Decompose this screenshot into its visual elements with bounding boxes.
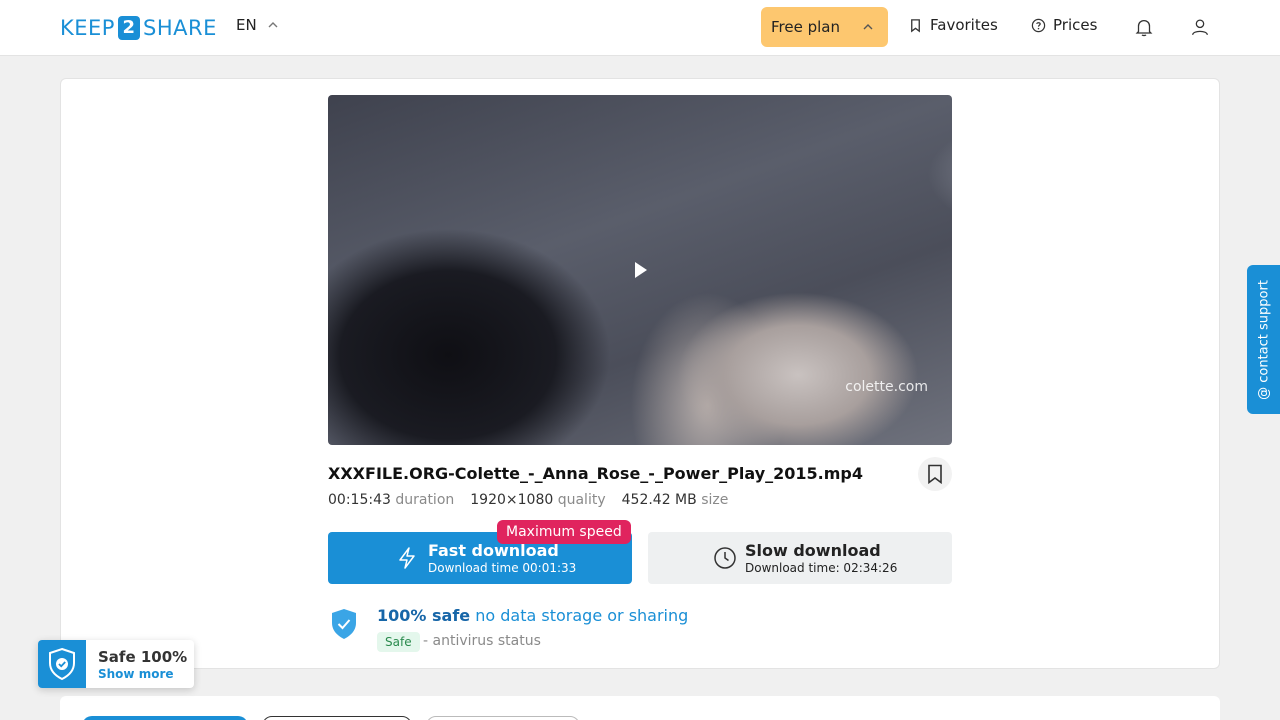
account-button[interactable] (1188, 14, 1212, 40)
contact-support-label: @ contact support (1256, 279, 1271, 400)
help-circle-icon (1031, 18, 1046, 32)
shield-check-icon (332, 609, 356, 639)
show-more-link[interactable]: Show more (98, 667, 174, 681)
bell-icon (1135, 19, 1153, 37)
chevron-up-icon (863, 24, 873, 30)
bookmark-icon (928, 464, 942, 484)
bookmark-icon (911, 18, 920, 32)
video-watermark: colette.com (845, 379, 928, 395)
tab-pill-active[interactable] (82, 716, 248, 720)
safe-widget-title: Safe 100% (98, 648, 188, 666)
favorites-link[interactable]: Favorites (908, 16, 998, 34)
quality-value: 1920×1080 (470, 492, 554, 508)
slow-download-title: Slow download (745, 541, 881, 560)
favorites-label: Favorites (930, 16, 998, 34)
keep2share-logo[interactable]: KEEP 2 SHARE (60, 14, 217, 42)
duration-info: 00:15:43 duration (328, 492, 454, 508)
slow-download-time: Download time: 02:34:26 (745, 561, 898, 575)
prices-label: Prices (1053, 16, 1098, 34)
tab-pill[interactable] (426, 716, 580, 720)
video-preview[interactable]: colette.com (328, 95, 952, 445)
logo-text-left: KEEP (60, 16, 115, 40)
slow-download-button[interactable]: Slow download Download time: 02:34:26 (648, 532, 952, 584)
prices-link[interactable]: Prices (1031, 16, 1097, 34)
safety-bold: 100% safe (377, 606, 471, 625)
safe-widget[interactable]: Safe 100% Show more (38, 640, 194, 688)
clock-icon (714, 547, 736, 569)
play-icon[interactable] (630, 260, 650, 280)
safety-rest: no data storage or sharing (475, 606, 689, 625)
safe-widget-icon-box (38, 640, 86, 688)
fast-download-time: Download time 00:01:33 (428, 561, 577, 575)
contact-support-tab[interactable]: @ contact support (1247, 265, 1280, 414)
free-plan-button[interactable]: Free plan (761, 7, 888, 47)
duration-value: 00:15:43 (328, 492, 391, 508)
plan-label: Free plan (771, 18, 840, 36)
size-label: size (701, 492, 729, 508)
top-header: KEEP 2 SHARE EN Free plan Favorites Pric… (0, 0, 1280, 56)
shield-check-icon (49, 647, 75, 681)
antivirus-status-label: - antivirus status (423, 633, 541, 649)
lightning-icon (399, 547, 415, 569)
language-selector[interactable]: EN (236, 16, 279, 34)
maximum-speed-badge: Maximum speed (497, 520, 631, 544)
safety-statement: 100% safe no data storage or sharing (377, 606, 688, 625)
size-info: 452.42 MB size (622, 492, 729, 508)
logo-text-right: SHARE (142, 16, 217, 40)
language-label: EN (236, 16, 257, 34)
file-meta: 00:15:43 duration 1920×1080 quality 452.… (328, 492, 728, 508)
quality-info: 1920×1080 quality (470, 492, 605, 508)
chevron-up-icon (268, 22, 278, 28)
duration-label: duration (395, 492, 455, 508)
tab-pill[interactable] (262, 716, 412, 720)
add-to-favorites-button[interactable] (918, 457, 952, 491)
logo-text-mid: 2 (117, 16, 140, 40)
size-value: 452.42 MB (621, 492, 697, 508)
file-name: XXXFILE.ORG-Colette_-_Anna_Rose_-_Power_… (328, 464, 863, 483)
notifications-button[interactable] (1132, 14, 1156, 40)
user-icon (1192, 19, 1208, 36)
quality-label: quality (557, 492, 606, 508)
safe-status-badge: Safe (377, 632, 420, 652)
